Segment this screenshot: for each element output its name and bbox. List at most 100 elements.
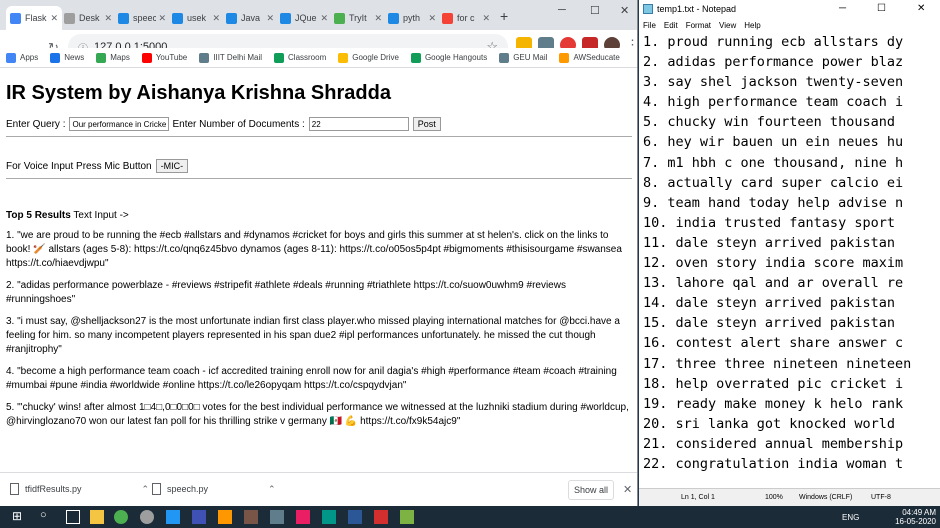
new-tab-button[interactable]: + [500, 8, 508, 24]
bookmark-item[interactable]: Apps [6, 52, 38, 63]
mic-button[interactable]: -MIC- [155, 159, 189, 173]
bookmark-item[interactable]: Maps [96, 52, 130, 63]
notepad-line: 16. contest alert share answer c [643, 335, 904, 352]
menu-file[interactable]: File [643, 21, 656, 30]
tab-label[interactable]: Desk [79, 13, 102, 23]
bookmark-item[interactable]: Google Drive [338, 52, 399, 63]
bookmark-label[interactable]: Maps [110, 53, 130, 62]
menu-view[interactable]: View [719, 21, 736, 30]
browser-tab[interactable]: speech✕ [114, 6, 170, 30]
tab-label[interactable]: pyth [403, 13, 426, 23]
maximize-icon[interactable]: ☐ [590, 4, 600, 17]
browser-tab[interactable]: for c ✕ [438, 6, 494, 30]
download-filename[interactable]: tfidfResults.py [25, 484, 82, 494]
app-icon[interactable] [348, 510, 362, 524]
tab-label[interactable]: JQue [295, 13, 318, 23]
query-input[interactable] [69, 117, 170, 131]
menu-edit[interactable]: Edit [664, 21, 678, 30]
tab-close-icon[interactable]: ✕ [50, 13, 58, 24]
bookmark-item[interactable]: IIIT Delhi Mail [199, 52, 262, 63]
tab-close-icon[interactable]: ✕ [266, 13, 274, 24]
menu-help[interactable]: Help [744, 21, 760, 30]
tab-close-icon[interactable]: ✕ [212, 13, 220, 24]
browser-tab[interactable]: TryIt ✕ [330, 6, 386, 30]
post-button[interactable]: Post [412, 117, 441, 131]
app-icon[interactable] [270, 510, 284, 524]
bookmark-icon [96, 52, 107, 63]
minimize-icon[interactable]: ─ [839, 3, 846, 14]
chrome-icon[interactable] [114, 510, 128, 524]
bookmark-item[interactable]: Google Hangouts [410, 52, 487, 63]
app-icon[interactable] [140, 510, 154, 524]
download-item[interactable]: speech.py ⌃ [152, 483, 276, 495]
show-all-button[interactable]: Show all [568, 480, 614, 500]
browser-tab[interactable]: usek ✕ [168, 6, 224, 30]
tab-close-icon[interactable]: ✕ [320, 13, 328, 24]
bookmark-icon [199, 52, 210, 63]
notepad-titlebar: temp1.txt - Notepad ─ ☐ ✕ [639, 0, 940, 18]
browser-tab[interactable]: Flask ✕ [6, 6, 62, 30]
language-indicator[interactable]: ENG [842, 513, 859, 522]
bookmark-label[interactable]: GEU Mail [513, 53, 547, 62]
tab-label[interactable]: Java [241, 13, 264, 23]
close-icon[interactable]: ✕ [917, 3, 925, 14]
tab-label[interactable]: usek [187, 13, 210, 23]
search-icon[interactable]: ○ [40, 509, 54, 523]
bookmark-label[interactable]: Apps [20, 53, 38, 62]
browser-tab[interactable]: Desk ✕ [60, 6, 116, 30]
app-icon[interactable] [400, 510, 414, 524]
bookmark-label[interactable]: News [64, 53, 84, 62]
cursor-position: Ln 1, Col 1 [681, 494, 715, 501]
close-downloads-icon[interactable]: ✕ [623, 483, 632, 496]
download-item[interactable]: tfidfResults.py ⌃ [10, 483, 149, 495]
app-icon[interactable] [244, 510, 258, 524]
tab-close-icon[interactable]: ✕ [158, 13, 166, 24]
notepad-line: 10. india trusted fantasy sport [643, 214, 895, 231]
browser-tab[interactable]: pyth ✕ [384, 6, 440, 30]
notepad-textarea[interactable]: 1. proud running ecb allstars dy 2. adida… [643, 32, 933, 478]
app-icon[interactable] [296, 510, 310, 524]
tab-label[interactable]: speech [133, 13, 156, 23]
tab-label[interactable]: for c [457, 13, 480, 23]
tab-close-icon[interactable]: ✕ [104, 13, 112, 24]
bookmark-item[interactable]: Classroom [274, 52, 326, 63]
chevron-up-icon[interactable]: ⌃ [268, 484, 276, 495]
bookmark-label[interactable]: Google Drive [352, 53, 399, 62]
results-list: 1. "we are proud to be running the #ecb … [6, 229, 632, 429]
system-clock[interactable]: 04:49 AM 16-05-2020 [895, 508, 936, 526]
tab-close-icon[interactable]: ✕ [482, 13, 490, 24]
chevron-up-icon[interactable]: ⌃ [142, 484, 150, 495]
bookmark-label[interactable]: IIIT Delhi Mail [213, 53, 262, 62]
browser-tab[interactable]: JQue ✕ [276, 6, 332, 30]
maximize-icon[interactable]: ☐ [877, 3, 886, 14]
app-icon[interactable] [192, 510, 206, 524]
file-explorer-icon[interactable] [90, 510, 104, 524]
query-form: Enter Query : Enter Number of Documents … [6, 117, 632, 131]
close-icon[interactable]: ✕ [620, 4, 629, 17]
bookmark-label[interactable]: YouTube [156, 53, 187, 62]
browser-tab[interactable]: Java ✕ [222, 6, 278, 30]
tab-close-icon[interactable]: ✕ [428, 13, 436, 24]
app-icon[interactable] [374, 510, 388, 524]
app-icon[interactable] [218, 510, 232, 524]
tab-label[interactable]: TryIt [349, 13, 372, 23]
bookmark-item[interactable]: GEU Mail [499, 52, 547, 63]
tab-label[interactable]: Flask [25, 13, 48, 23]
task-view-icon[interactable] [66, 510, 80, 524]
app-icon[interactable] [322, 510, 336, 524]
docs-input[interactable] [308, 117, 409, 131]
bookmark-item[interactable]: YouTube [141, 52, 187, 63]
results-heading-bold: Top 5 Results [6, 210, 71, 221]
bookmark-label[interactable]: AWSeducate [573, 53, 619, 62]
menu-format[interactable]: Format [686, 21, 711, 30]
bookmark-label[interactable]: Classroom [288, 53, 326, 62]
bookmark-item[interactable]: AWSeducate [559, 52, 620, 63]
download-filename[interactable]: speech.py [167, 484, 208, 494]
tab-close-icon[interactable]: ✕ [374, 13, 382, 24]
bookmark-label[interactable]: Google Hangouts [425, 53, 487, 62]
windows-start-icon[interactable]: ⊞ [12, 509, 26, 523]
app-icon[interactable] [166, 510, 180, 524]
bookmark-item[interactable]: News [50, 52, 84, 63]
minimize-icon[interactable]: ─ [558, 4, 566, 16]
taskbar: ⊞ ○ ENG 04:49 AM 16-05-2020 [0, 506, 940, 528]
